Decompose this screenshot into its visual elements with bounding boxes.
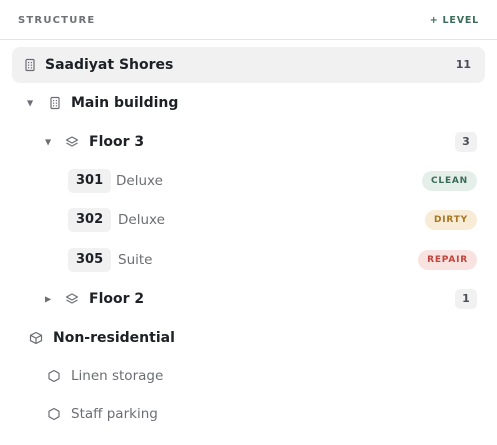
floor-count-badge: 3 — [455, 132, 477, 152]
space-name: Staff parking — [71, 406, 158, 422]
tree-item-floor-3[interactable]: ▼ Floor 3 3 — [12, 124, 485, 160]
tree-item-linen-storage[interactable]: Linen storage — [12, 358, 485, 394]
property-name: Saadiyat Shores — [45, 57, 174, 73]
chevron-down-icon[interactable]: ▼ — [45, 138, 51, 147]
space-name: Linen storage — [71, 368, 164, 384]
room-type: Deluxe — [118, 212, 165, 228]
layers-icon — [65, 293, 79, 304]
room-type: Suite — [118, 252, 153, 268]
chevron-right-icon[interactable]: ▶ — [45, 295, 51, 304]
hexagon-icon — [48, 369, 60, 383]
building-name: Main building — [71, 95, 179, 111]
room-number: 301 — [68, 169, 112, 193]
room-number: 305 — [68, 248, 112, 272]
tree-item-property[interactable]: Saadiyat Shores 11 — [12, 47, 485, 83]
status-badge: DIRTY — [424, 210, 477, 230]
tree-item-non-residential[interactable]: Non-residential — [12, 320, 485, 356]
room-number: 302 — [68, 208, 112, 232]
hexagon-icon — [48, 407, 60, 421]
property-count-badge: 11 — [449, 55, 477, 75]
layers-icon — [65, 136, 79, 147]
tree-item-room[interactable]: 301 Deluxe CLEAN — [12, 163, 485, 199]
structure-panel: STRUCTURE + LEVEL Saadiyat Shores 11 ▼ M… — [0, 0, 497, 445]
room-type: Deluxe — [116, 173, 163, 189]
status-badge: CLEAN — [422, 171, 477, 191]
tree-item-main-building[interactable]: ▼ Main building — [12, 85, 485, 121]
structure-header: STRUCTURE + LEVEL — [0, 0, 497, 40]
floor-count-badge: 1 — [455, 289, 477, 309]
floor-name: Floor 3 — [89, 134, 145, 150]
box-icon — [29, 331, 43, 345]
category-name: Non-residential — [53, 330, 175, 346]
floor-name: Floor 2 — [89, 291, 145, 307]
structure-title: STRUCTURE — [18, 15, 96, 26]
status-badge: REPAIR — [418, 250, 477, 270]
building-icon — [25, 58, 35, 72]
building-icon — [50, 96, 60, 110]
tree-item-room[interactable]: 305 Suite REPAIR — [12, 242, 485, 278]
chevron-down-icon[interactable]: ▼ — [27, 99, 33, 108]
tree-item-staff-parking[interactable]: Staff parking — [12, 396, 485, 432]
tree-item-floor-2[interactable]: ▶ Floor 2 1 — [12, 281, 485, 317]
add-level-button[interactable]: + LEVEL — [430, 15, 479, 26]
tree-item-room[interactable]: 302 Deluxe DIRTY — [12, 202, 485, 238]
